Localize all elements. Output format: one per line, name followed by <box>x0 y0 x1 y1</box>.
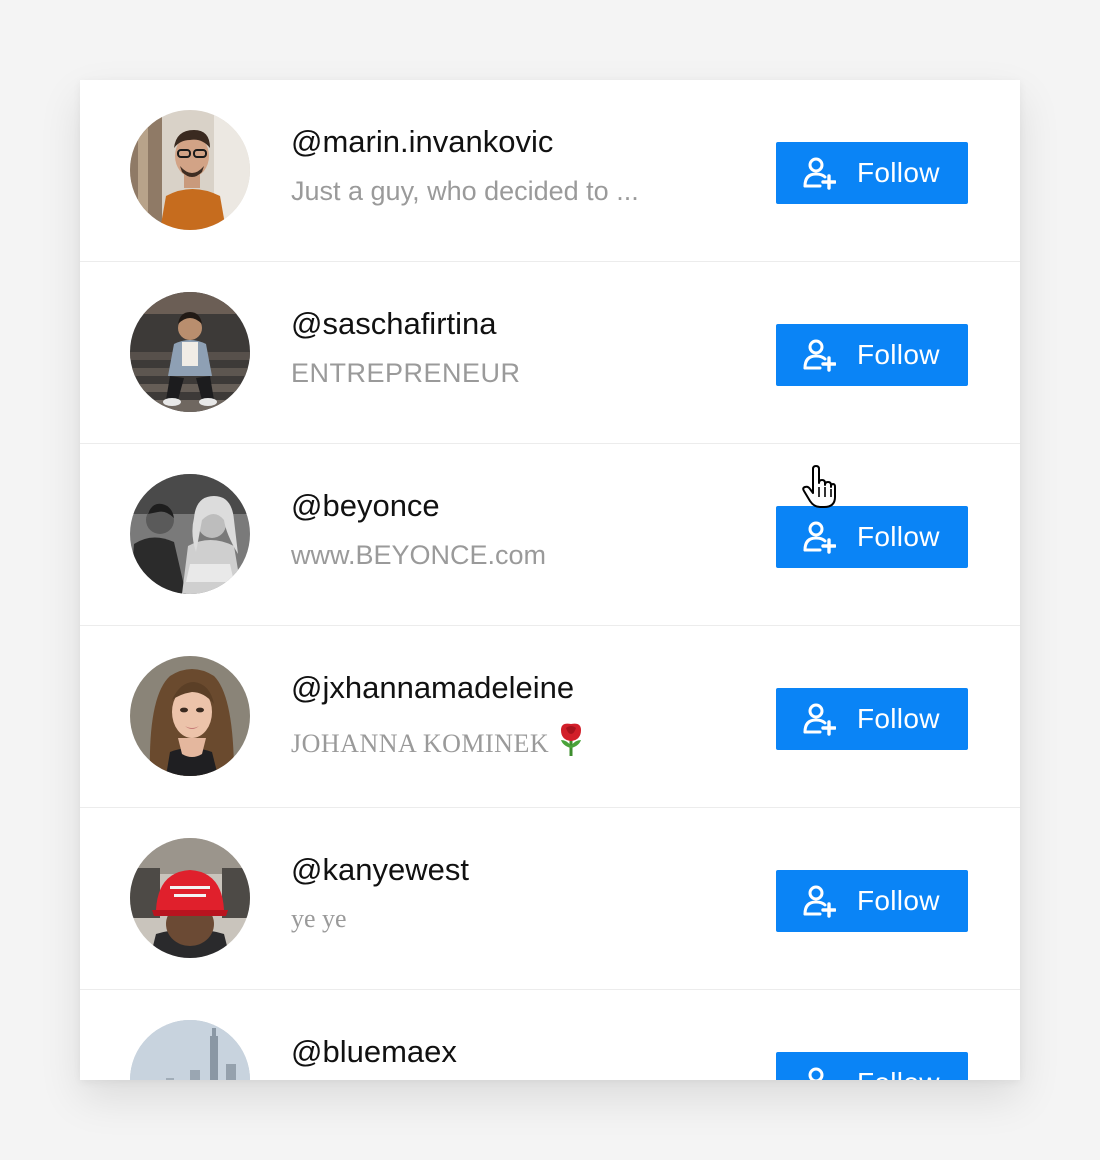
username[interactable]: @kanyewest <box>291 852 469 888</box>
username[interactable]: @beyonce <box>291 488 440 524</box>
user-bio: Just a guy, who decided to ... <box>291 176 639 206</box>
avatar[interactable] <box>130 474 250 594</box>
man-orange-shirt-avatar-icon <box>130 110 250 230</box>
username[interactable]: @bluemaex <box>291 1034 457 1070</box>
avatar[interactable] <box>130 292 250 412</box>
avatar[interactable] <box>130 1020 250 1080</box>
avatar[interactable] <box>130 656 250 776</box>
follow-button-label: Follow <box>857 339 940 370</box>
avatar[interactable] <box>130 838 250 958</box>
man-on-stairs-avatar-icon <box>130 292 250 412</box>
list-item: @jxhannamadeleine JOHANNA KOMINEK Follow <box>80 626 1020 808</box>
add-user-icon <box>803 521 836 554</box>
follow-button[interactable]: Follow <box>776 324 968 386</box>
user-bio: ye ye <box>291 904 347 933</box>
woman-portrait-avatar-icon <box>130 656 250 776</box>
follow-button-label: Follow <box>857 885 940 916</box>
avatar[interactable] <box>130 110 250 230</box>
follow-button[interactable]: Follow <box>776 688 968 750</box>
username[interactable]: @marin.invankovic <box>291 124 553 160</box>
list-item: @saschafirtina ENTREPRENEUR Follow <box>80 262 1020 444</box>
suggested-users-card: @marin.invankovic Just a guy, who decide… <box>80 80 1020 1080</box>
follow-button[interactable]: Follow <box>776 506 968 568</box>
couple-black-white-avatar-icon <box>130 474 250 594</box>
city-skyline-avatar-icon <box>130 1020 250 1080</box>
add-user-icon <box>803 703 836 736</box>
user-bio-text: JOHANNA KOMINEK <box>291 729 550 758</box>
follow-button[interactable]: Follow <box>776 142 968 204</box>
follow-button[interactable]: Follow <box>776 1052 968 1080</box>
user-bio: www.BEYONCE.com <box>291 540 547 570</box>
username[interactable]: @saschafirtina <box>291 306 497 342</box>
follow-button-label: Follow <box>857 703 940 734</box>
add-user-icon <box>803 157 836 190</box>
list-item: @beyonce www.BEYONCE.com Follow <box>80 444 1020 626</box>
username[interactable]: @jxhannamadeleine <box>291 670 574 706</box>
man-red-cap-avatar-icon <box>130 838 250 958</box>
rose-emoji-icon <box>561 723 582 756</box>
follow-button-label: Follow <box>857 157 940 188</box>
add-user-icon <box>803 339 836 372</box>
follow-button-label: Follow <box>857 1067 940 1080</box>
user-bio: ENTREPRENEUR <box>291 358 521 388</box>
list-item: @marin.invankovic Just a guy, who decide… <box>80 80 1020 262</box>
follow-button-label: Follow <box>857 521 940 552</box>
add-user-icon <box>808 1067 824 1080</box>
follow-button[interactable]: Follow <box>776 870 968 932</box>
add-user-icon <box>803 885 836 918</box>
list-item: @kanyewest ye ye Follow <box>80 808 1020 990</box>
user-bio: JOHANNA KOMINEK <box>291 722 585 759</box>
list-item: @bluemaex Follow <box>80 990 1020 1080</box>
